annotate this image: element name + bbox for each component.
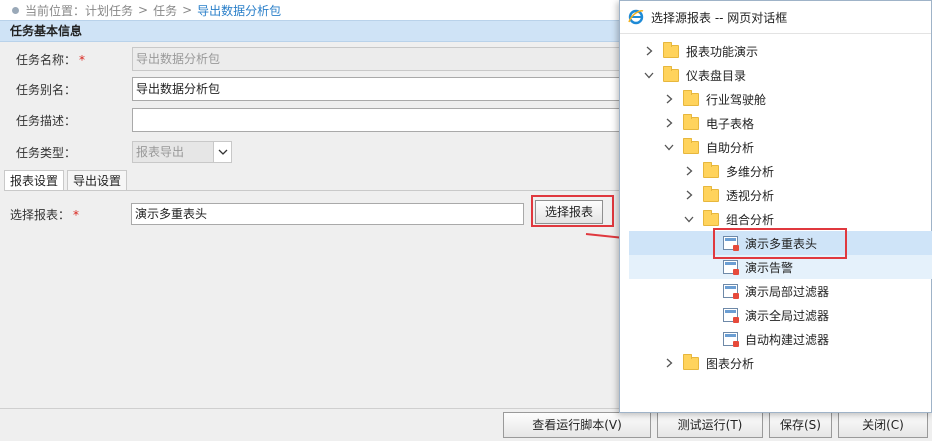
tree-node-report[interactable]: 演示全局过滤器 [629, 303, 932, 327]
tree-node-folder[interactable]: 仪表盘目录 [629, 63, 932, 87]
tree-node-label: 组合分析 [726, 212, 775, 227]
tree-node-label: 行业驾驶舱 [706, 92, 767, 107]
folder-icon [663, 65, 679, 82]
folder-icon [663, 41, 679, 58]
view-script-button[interactable]: 查看运行脚本(V) [503, 412, 651, 438]
folder-icon [683, 89, 699, 106]
selected-report-field[interactable]: 演示多重表头 [131, 203, 524, 225]
report-icon [723, 260, 739, 275]
form-row-desc: 任务描述： [0, 106, 622, 134]
location-dot-icon [12, 6, 19, 14]
chevron-down-icon [213, 142, 231, 162]
chevron-right-icon[interactable] [643, 45, 655, 57]
tree-node-label: 透视分析 [726, 188, 775, 203]
report-icon [723, 284, 739, 299]
folder-icon [703, 185, 719, 202]
folder-icon [703, 161, 719, 178]
type-label: 任务类型： [16, 145, 77, 160]
tree-node-folder[interactable]: 自助分析 [629, 135, 932, 159]
form-row-alias: 任务别名： 导出数据分析包 [0, 75, 622, 103]
task-name-field: 导出数据分析包 [132, 47, 622, 71]
save-button[interactable]: 保存(S) [769, 412, 832, 438]
chevron-right-icon[interactable] [663, 357, 675, 369]
test-run-button[interactable]: 测试运行(T) [657, 412, 763, 438]
chevron-down-icon[interactable] [663, 141, 675, 153]
tab-report-settings[interactable]: 报表设置 [4, 170, 65, 191]
folder-icon [703, 209, 719, 226]
breadcrumb-separator: > [138, 3, 149, 17]
tree-node-label: 自助分析 [706, 140, 755, 155]
chevron-down-icon[interactable] [683, 213, 695, 225]
report-icon [723, 332, 739, 347]
select-report-dialog: 选择源报表 -- 网页对话框 报表功能演示 仪表盘目录行业驾驶舱电子表格自助分析多… [619, 0, 932, 413]
tree-node-folder[interactable]: 多维分析 [629, 159, 932, 183]
report-label: 选择报表： * [10, 207, 80, 222]
breadcrumb-prefix: 当前位置： [25, 3, 86, 18]
close-button[interactable]: 关闭(C) [838, 412, 928, 438]
selected-report-highlight-box [713, 228, 847, 259]
alias-label: 任务别名： [16, 82, 77, 97]
tree-node-label: 电子表格 [706, 116, 755, 131]
chevron-right-icon[interactable] [683, 165, 695, 177]
report-icon [723, 308, 739, 323]
desc-label: 任务描述： [16, 113, 77, 128]
chevron-right-icon[interactable] [663, 117, 675, 129]
browser-icon [627, 8, 645, 26]
task-alias-field[interactable]: 导出数据分析包 [132, 77, 622, 101]
chevron-right-icon[interactable] [663, 93, 675, 105]
folder-icon [683, 137, 699, 154]
breadcrumb-item-task[interactable]: 任务 [153, 2, 177, 19]
tree-node-label: 演示局部过滤器 [745, 284, 830, 299]
tab-export-settings[interactable]: 导出设置 [67, 170, 128, 191]
tree-node-label: 仪表盘目录 [686, 68, 747, 83]
tree-node-report[interactable]: 自动构建过滤器 [629, 327, 932, 351]
tree-node-folder[interactable]: 电子表格 [629, 111, 932, 135]
tree-node-folder[interactable]: 图表分析 [629, 351, 932, 375]
chevron-right-icon[interactable] [683, 189, 695, 201]
task-type-value: 报表导出 [136, 145, 185, 159]
breadcrumb-item-plan-task[interactable]: 计划任务 [85, 2, 133, 19]
folder-icon [683, 353, 699, 370]
task-description-field[interactable] [132, 108, 622, 132]
form-row-name: 任务名称： * 导出数据分析包 [0, 45, 622, 73]
highlight-box [531, 195, 614, 227]
tree-node-folder[interactable]: 报表功能演示 [629, 39, 932, 63]
tree-node-label: 演示全局过滤器 [745, 308, 830, 323]
tree-node-label: 多维分析 [726, 164, 775, 179]
tree-node-label: 自动构建过滤器 [745, 332, 830, 347]
tree-node-report[interactable]: 演示局部过滤器 [629, 279, 932, 303]
tree-node-folder[interactable]: 行业驾驶舱 [629, 87, 932, 111]
folder-icon [683, 113, 699, 130]
tree-node-label: 演示告警 [745, 260, 794, 275]
chevron-down-icon[interactable] [643, 69, 655, 81]
tab-bar: 报表设置 导出设置 [4, 170, 130, 191]
form-row-report: 选择报表： * 演示多重表头 [0, 200, 524, 228]
task-type-select[interactable]: 报表导出 [132, 141, 232, 163]
breadcrumb-separator: > [182, 3, 193, 17]
name-label: 任务名称： * [16, 52, 86, 67]
tree-node-label: 报表功能演示 [686, 44, 759, 59]
tree-node-label: 图表分析 [706, 356, 755, 371]
form-row-type: 任务类型： 报表导出 [0, 138, 232, 166]
dialog-title: 选择源报表 -- 网页对话框 [651, 10, 788, 25]
breadcrumb-current[interactable]: 导出数据分析包 [197, 2, 281, 19]
dialog-titlebar: 选择源报表 -- 网页对话框 [620, 1, 931, 34]
tree-node-folder[interactable]: 透视分析 [629, 183, 932, 207]
